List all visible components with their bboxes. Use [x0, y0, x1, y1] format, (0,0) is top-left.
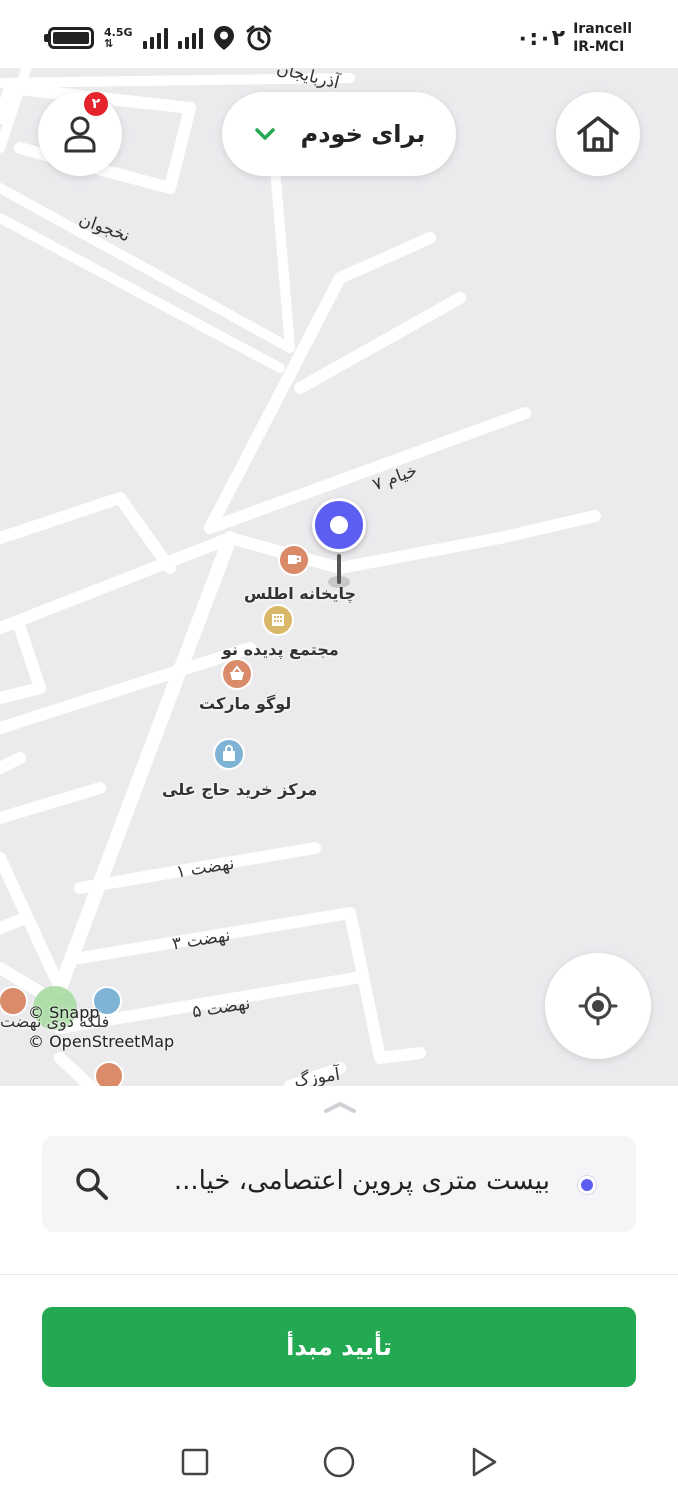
poi-label[interactable]: مجتمع پدیده نو: [222, 640, 339, 659]
divider: [0, 1274, 678, 1275]
network-activity-icon: ⇅: [104, 37, 114, 50]
ride-for-selector[interactable]: برای خودم: [222, 92, 456, 176]
clock: ۰:۰۲: [515, 25, 566, 51]
network-type: 4.5G ⇅: [104, 27, 133, 49]
map-credit-osm: © OpenStreetMap: [28, 1032, 175, 1051]
carrier-name: Irancell: [573, 21, 632, 37]
status-bar: 4.5G ⇅ ۰:۰۲ Irancell IR-MCI: [0, 0, 678, 68]
address-search-box[interactable]: بیست متری پروین اعتصامی، خیا...: [42, 1136, 636, 1232]
carrier: Irancell IR-MCI: [573, 20, 632, 56]
home-circle-icon: [323, 1446, 355, 1478]
recent-apps-icon: [181, 1448, 209, 1476]
shopping-bag-icon[interactable]: [213, 738, 245, 770]
status-icons: 4.5G ⇅: [44, 20, 273, 56]
signal-icon: [142, 27, 168, 49]
carrier-network: IR-MCI: [573, 39, 625, 55]
pin-stem: [337, 554, 341, 584]
map-view[interactable]: آذربایجان نخجوان خیام ۷ نهضت ۱ نهضت ۳ نه…: [0, 68, 678, 1086]
poi-marker[interactable]: [94, 1061, 124, 1086]
nav-home-button[interactable]: [321, 1444, 357, 1480]
search-icon[interactable]: [74, 1166, 110, 1202]
map-credit-snapp: © Snapp: [28, 1003, 100, 1022]
chevron-down-icon: [254, 128, 275, 140]
my-location-button[interactable]: [545, 953, 651, 1059]
back-button[interactable]: [466, 1444, 502, 1480]
back-icon: [472, 1447, 497, 1477]
origin-pin[interactable]: [312, 498, 366, 552]
system-nav-bar: [0, 1420, 678, 1500]
confirm-origin-button[interactable]: تأیید مبدأ: [42, 1307, 636, 1387]
profile-button[interactable]: [38, 92, 122, 176]
home-icon: [577, 116, 619, 152]
building-icon[interactable]: [262, 604, 294, 636]
alarm-icon: [246, 25, 272, 51]
tea-icon[interactable]: [278, 544, 310, 576]
chevron-up-icon[interactable]: [323, 1100, 357, 1114]
notification-badge: ۲: [84, 92, 108, 116]
poi-label[interactable]: لوگو مارکت: [199, 694, 291, 713]
signal-icon: [177, 27, 203, 49]
confirm-origin-label: تأیید مبدأ: [286, 1333, 392, 1361]
origin-address[interactable]: بیست متری پروین اعتصامی، خیا...: [174, 1166, 550, 1196]
basket-icon[interactable]: [221, 658, 253, 690]
recent-apps-button[interactable]: [177, 1444, 213, 1480]
crosshair-icon: [578, 986, 618, 1026]
location-icon: [213, 26, 234, 50]
origin-dot-icon: [578, 1176, 596, 1194]
user-icon: [64, 116, 96, 153]
status-right: ۰:۰۲ Irancell IR-MCI: [516, 20, 632, 56]
battery-icon: [44, 27, 94, 49]
home-button[interactable]: [556, 92, 640, 176]
poi-label[interactable]: مرکز خرید حاج علی: [162, 780, 317, 799]
ride-for-label: برای خودم: [300, 120, 426, 148]
